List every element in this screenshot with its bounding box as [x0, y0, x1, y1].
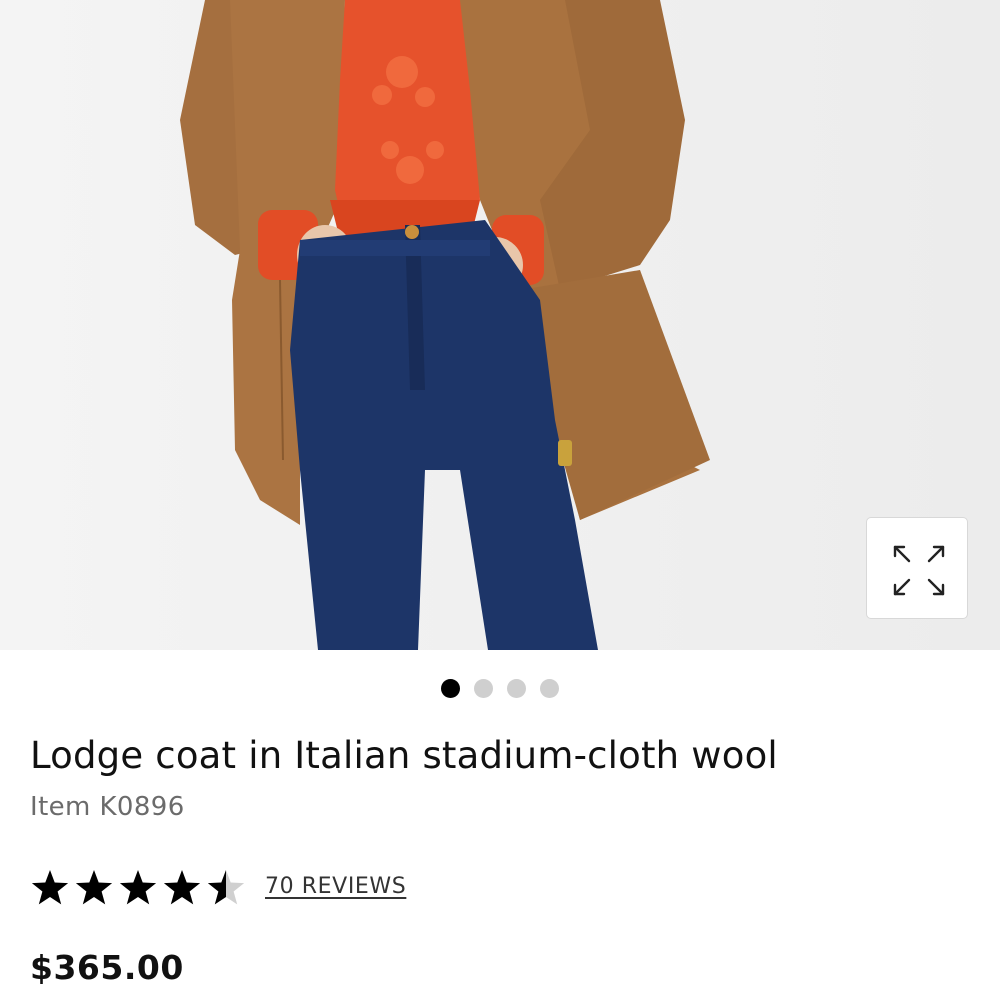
item-number: Item K0896: [30, 792, 185, 822]
rating-star-3: [119, 870, 157, 905]
reviews-link[interactable]: 70 REVIEWS: [265, 874, 406, 899]
carousel-dot-1[interactable]: [441, 679, 460, 698]
product-photo: [0, 0, 1000, 650]
product-price: $365.00: [30, 948, 184, 987]
rating-stars[interactable]: [30, 866, 250, 910]
product-image-carousel[interactable]: [0, 0, 1000, 650]
carousel-dot-2[interactable]: [474, 679, 493, 698]
rating-star-1: [31, 870, 69, 905]
carousel-dot-3[interactable]: [507, 679, 526, 698]
rating-star-2: [75, 870, 113, 905]
expand-arrows-icon: [893, 545, 945, 596]
carousel-indicators: [0, 679, 1000, 699]
product-title: Lodge coat in Italian stadium-cloth wool: [30, 734, 778, 777]
product-page: Lodge coat in Italian stadium-cloth wool…: [0, 0, 1000, 1000]
expand-image-button[interactable]: [866, 517, 968, 619]
carousel-dot-4[interactable]: [540, 679, 559, 698]
rating-star-4: [163, 870, 201, 905]
